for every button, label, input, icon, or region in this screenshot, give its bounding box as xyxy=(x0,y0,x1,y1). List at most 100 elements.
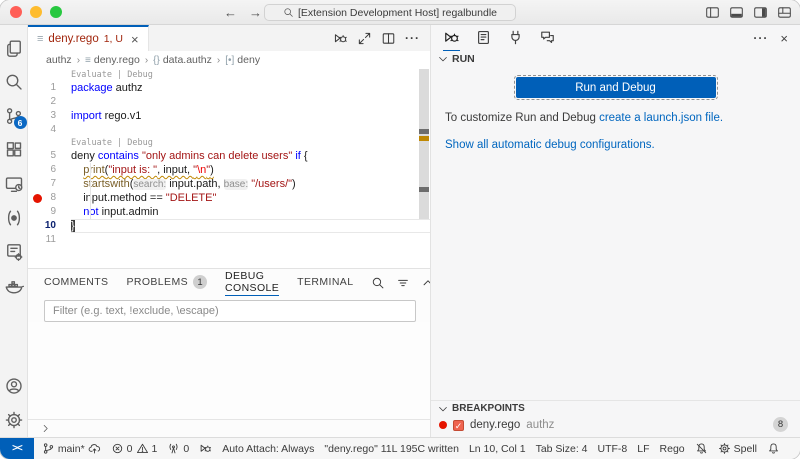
breakpoint-list-item[interactable]: ✓ deny.rego authz 8 xyxy=(431,416,800,434)
code-line-4[interactable]: 4 xyxy=(28,123,430,137)
breadcrumb-item-deny[interactable]: [•]deny xyxy=(225,54,260,66)
breadcrumb-item-data-authz[interactable]: {}data.authz xyxy=(153,54,212,66)
activity-item-search[interactable] xyxy=(0,65,28,99)
search-icon xyxy=(4,72,24,92)
activity-item-opa[interactable] xyxy=(0,201,28,235)
run-and-debug-button[interactable]: Run and Debug xyxy=(516,77,716,98)
toggle-panel-icon[interactable] xyxy=(729,5,744,20)
line-number[interactable]: 6 xyxy=(28,163,71,177)
line-number[interactable]: 4 xyxy=(28,123,71,137)
close-window-button[interactable] xyxy=(10,6,22,18)
toggle-secondary-sidebar-icon[interactable] xyxy=(753,5,768,20)
status-item-file-write-status[interactable]: "deny.rego" 11L 195C written xyxy=(324,443,459,455)
split-editor-icon[interactable] xyxy=(381,31,396,46)
status-item-auto-attach[interactable]: Auto Attach: Always xyxy=(222,443,314,455)
status-item-remote[interactable]: >< xyxy=(0,438,34,459)
status-item-ports[interactable]: 0 xyxy=(167,442,189,455)
close-sidebar-icon[interactable]: × xyxy=(780,31,788,46)
line-number[interactable]: 11 xyxy=(28,233,71,247)
run-or-debug-icon[interactable] xyxy=(333,31,348,46)
panel-tab-problems[interactable]: PROBLEMS1 xyxy=(126,269,207,296)
breadcrumb-item-authz[interactable]: authz xyxy=(46,54,72,66)
activity-item-remote-explorer[interactable] xyxy=(0,167,28,201)
line-number[interactable]: 9 xyxy=(28,205,71,219)
status-text: 0 xyxy=(127,443,133,455)
minimize-window-button[interactable] xyxy=(30,6,42,18)
problems-icon xyxy=(136,442,149,455)
status-item-language-mode[interactable]: Rego xyxy=(660,443,685,455)
status-item-debug-status[interactable] xyxy=(199,442,212,455)
sidebar-view-notebook-view[interactable] xyxy=(475,25,492,51)
editor-scrollbar[interactable] xyxy=(419,69,429,219)
line-number[interactable]: 3 xyxy=(28,109,71,123)
code-line-1[interactable]: 1package authz xyxy=(28,81,430,95)
command-center[interactable]: [Extension Development Host] regalbundle xyxy=(264,4,516,21)
create-launch-json-link[interactable]: create a launch.json file. xyxy=(599,112,723,124)
close-tab-icon[interactable]: × xyxy=(131,32,139,47)
find-icon[interactable] xyxy=(371,276,385,290)
breakpoint-dot-icon[interactable] xyxy=(33,194,42,203)
activity-item-extensions[interactable] xyxy=(0,133,28,167)
code-editor[interactable]: Evaluate | Debug1package authz23import r… xyxy=(28,69,430,268)
line-number[interactable]: 8 xyxy=(28,191,71,205)
status-item-cursor-position[interactable]: Ln 10, Col 1 xyxy=(469,443,526,455)
code-line-10[interactable]: 10} xyxy=(28,219,430,233)
open-changes-icon[interactable] xyxy=(357,31,372,46)
activity-item-source-control[interactable]: 6 xyxy=(0,99,28,133)
code-lens[interactable]: Evaluate | Debug xyxy=(28,137,430,149)
code-lens[interactable]: Evaluate | Debug xyxy=(28,69,430,81)
tab-deny-rego[interactable]: ≡ deny.rego 1, U × xyxy=(28,25,149,51)
more-actions-icon[interactable]: ··· xyxy=(405,31,420,46)
breakpoint-checkbox[interactable]: ✓ xyxy=(453,420,464,431)
breakpoints-header[interactable]: BREAKPOINTS xyxy=(431,401,800,416)
line-number[interactable]: 10 xyxy=(28,219,71,233)
breadcrumb-item-deny-rego[interactable]: ≡deny.rego xyxy=(85,54,140,66)
run-section-title: RUN xyxy=(452,53,475,65)
status-text: Rego xyxy=(660,443,685,455)
show-all-configurations-link[interactable]: Show all automatic debug configurations. xyxy=(445,139,655,151)
debug-console-input[interactable] xyxy=(28,419,430,437)
toggle-primary-sidebar-icon[interactable] xyxy=(705,5,720,20)
line-number[interactable]: 5 xyxy=(28,149,71,163)
status-item-problems[interactable]: 01 xyxy=(111,442,158,455)
code-line-2[interactable]: 2 xyxy=(28,95,430,109)
status-item-eol[interactable]: LF xyxy=(637,443,649,455)
activity-item-accounts[interactable] xyxy=(0,369,28,403)
sidebar-view-run-and-debug-view[interactable] xyxy=(443,25,460,51)
run-section-header[interactable]: RUN xyxy=(431,51,800,67)
back-icon[interactable]: ← xyxy=(224,5,237,20)
panel-tab-comments[interactable]: COMMENTS xyxy=(44,269,108,296)
panel-tab-terminal[interactable]: TERMINAL xyxy=(297,269,353,296)
code-line-5[interactable]: 5deny contains "only admins can delete u… xyxy=(28,149,430,163)
line-number[interactable]: 7 xyxy=(28,177,71,191)
code-line-6[interactable]: 6 print("input is: ", input, "\n") xyxy=(28,163,430,177)
status-item-indentation[interactable]: Tab Size: 4 xyxy=(536,443,588,455)
accounts-icon xyxy=(4,376,24,396)
customize-layout-icon[interactable] xyxy=(777,5,792,20)
forward-icon[interactable]: → xyxy=(249,5,262,20)
status-item-branch[interactable]: main* xyxy=(42,442,101,455)
sidebar-view-plug-view[interactable] xyxy=(507,25,524,51)
sidebar-view-comments-view[interactable] xyxy=(539,25,556,51)
activity-item-docker[interactable] xyxy=(0,269,28,303)
activity-item-settings[interactable] xyxy=(0,403,28,437)
panel-tab-debug-console[interactable]: DEBUG CONSOLE xyxy=(225,269,279,296)
code-line-7[interactable]: 7 startswith(search: input.path, base: "… xyxy=(28,177,430,191)
status-item-encoding[interactable]: UTF-8 xyxy=(598,443,628,455)
activity-item-explorer[interactable] xyxy=(0,31,28,65)
activity-item-policy-tools[interactable] xyxy=(0,235,28,269)
code-line-9[interactable]: 9 not input.admin xyxy=(28,205,430,219)
status-item-do-not-disturb[interactable] xyxy=(695,442,708,455)
code-line-8[interactable]: 8 input.method == "DELETE" xyxy=(28,191,430,205)
code-line-3[interactable]: 3import rego.v1 xyxy=(28,109,430,123)
status-item-notifications[interactable] xyxy=(767,442,780,455)
line-number[interactable]: 2 xyxy=(28,95,71,109)
problems-icon xyxy=(111,442,124,455)
code-line-11[interactable]: 11 xyxy=(28,233,430,247)
debug-console-filter-input[interactable] xyxy=(44,300,416,322)
line-number[interactable]: 1 xyxy=(28,81,71,95)
zoom-window-button[interactable] xyxy=(50,6,62,18)
more-actions-icon[interactable]: ··· xyxy=(753,32,768,44)
status-item-spell-checker[interactable]: Spell xyxy=(718,442,757,455)
filter-icon[interactable] xyxy=(396,276,410,290)
